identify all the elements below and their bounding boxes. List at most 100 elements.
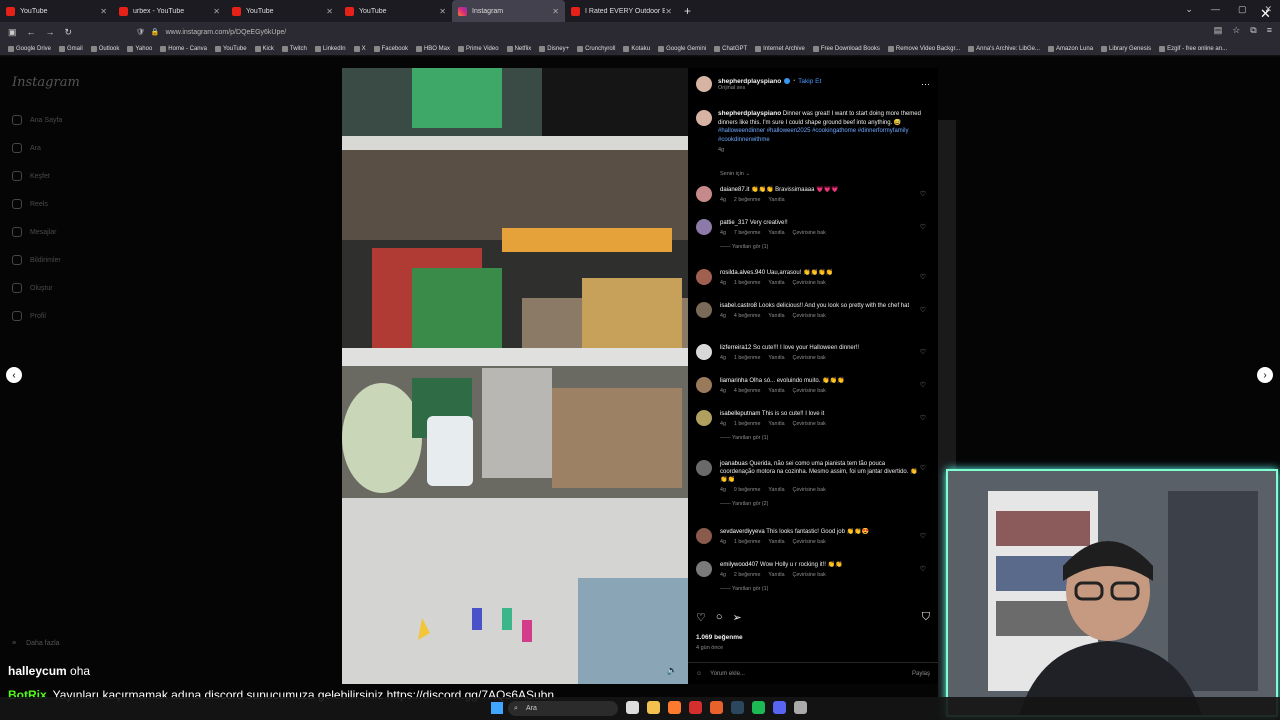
avatar[interactable]: [696, 528, 712, 544]
bookmark-item[interactable]: Internet Archive: [755, 45, 805, 52]
comment-likes[interactable]: 7 beğenme: [734, 230, 761, 236]
comment-input[interactable]: Yorum ekle...: [710, 671, 745, 677]
bookmark-item[interactable]: Ezgif - free online an...: [1159, 45, 1227, 52]
close-tab-icon[interactable]: ✕: [100, 7, 107, 16]
reply-button[interactable]: Yanıtla: [768, 421, 784, 427]
avatar[interactable]: [696, 269, 712, 285]
comment-username[interactable]: isabelleputnam: [720, 411, 760, 417]
previous-post-button[interactable]: ‹: [6, 367, 22, 383]
mute-icon[interactable]: 🔈: [667, 665, 678, 676]
comment-likes[interactable]: 1 beğenme: [734, 421, 761, 427]
taskbar-search[interactable]: ⌕ Ara: [508, 701, 618, 716]
heart-icon[interactable]: ♡: [920, 565, 926, 573]
bookmark-item[interactable]: Crunchyroll: [577, 45, 615, 52]
sidebar-toggle-icon[interactable]: ▣: [8, 27, 17, 38]
more-menu[interactable]: ≡ Daha fazla: [12, 640, 60, 647]
comment-likes[interactable]: 1 beğenme: [734, 280, 761, 286]
translate-button[interactable]: Çevirisine bak: [793, 539, 826, 545]
windows-start-icon[interactable]: [491, 702, 503, 714]
like-count[interactable]: 1.069 beğenme: [696, 634, 743, 641]
comment-username[interactable]: rosilda.alves.940: [720, 270, 765, 276]
avatar[interactable]: [696, 460, 712, 476]
close-icon[interactable]: ✕: [1260, 6, 1271, 22]
bookmark-item[interactable]: Google Gemini: [658, 45, 706, 52]
next-post-button[interactable]: ›: [1257, 367, 1273, 383]
view-replies-button[interactable]: —— Yanıtları gör (2): [720, 501, 920, 507]
bookmark-item[interactable]: Twitch: [281, 45, 307, 52]
browser-tab[interactable]: Instagram ✕: [452, 0, 565, 22]
translate-button[interactable]: Çevirisine bak: [793, 421, 826, 427]
comment-likes[interactable]: 1 beğenme: [734, 355, 761, 361]
minimize-button[interactable]: —: [1211, 4, 1220, 15]
sidebar-item[interactable]: Bildirimler: [12, 255, 61, 265]
caption-avatar[interactable]: [696, 110, 712, 126]
bookmark-item[interactable]: X: [353, 45, 366, 52]
firefox-icon[interactable]: [668, 701, 681, 714]
heart-icon[interactable]: ♡: [920, 306, 926, 314]
menu-icon[interactable]: ≡: [1267, 25, 1272, 36]
app-orange-icon[interactable]: [710, 701, 723, 714]
bookmark-item[interactable]: ChatGPT: [714, 45, 747, 52]
comment-username[interactable]: joanabuas: [720, 461, 748, 467]
bookmark-item[interactable]: Kotaku: [623, 45, 650, 52]
view-replies-button[interactable]: —— Yanıtları gör (1): [720, 435, 920, 441]
browser-tab[interactable]: I Rated EVERY Outdoor Boys M...✕: [565, 0, 678, 22]
bookmark-item[interactable]: Netflix: [506, 45, 531, 52]
bookmark-item[interactable]: Facebook: [373, 45, 408, 52]
instagram-logo[interactable]: Instagram: [12, 75, 80, 90]
follow-button[interactable]: Takip Et: [798, 78, 821, 85]
close-tab-icon[interactable]: ✕: [665, 7, 672, 16]
heart-icon[interactable]: ♡: [920, 532, 926, 540]
comment-likes[interactable]: 2 beğenme: [734, 572, 761, 578]
extensions-icon[interactable]: ⧉: [1250, 25, 1256, 36]
url-text[interactable]: www.instagram.com/p/DQeEGy6kUpe/: [166, 29, 287, 36]
translate-button[interactable]: Çevirisine bak: [793, 355, 826, 361]
more-options-icon[interactable]: ⋯: [921, 79, 930, 90]
share-icon[interactable]: ➢: [733, 611, 742, 624]
bookmark-item[interactable]: Outlook: [90, 45, 119, 52]
avatar[interactable]: [696, 302, 712, 318]
translate-button[interactable]: Çevirisine bak: [793, 230, 826, 236]
emoji-icon[interactable]: ☺: [696, 671, 702, 677]
caption-username[interactable]: shepherdplayspiano: [718, 110, 781, 117]
reply-button[interactable]: Yanıtla: [768, 197, 784, 203]
comment-username[interactable]: lizferreira12: [720, 345, 751, 351]
heart-icon[interactable]: ♡: [920, 190, 926, 198]
avatar[interactable]: [696, 410, 712, 426]
avatar[interactable]: [696, 219, 712, 235]
caption-hashtags[interactable]: #halloweendinner #halloween2025 #cooking…: [718, 128, 908, 143]
bookmark-item[interactable]: Kick: [254, 45, 274, 52]
comment-likes[interactable]: 4 beğenme: [734, 388, 761, 394]
heart-icon[interactable]: ♡: [920, 223, 926, 231]
browser-tab[interactable]: YouTube ✕: [226, 0, 339, 22]
avatar[interactable]: [696, 186, 712, 202]
reply-button[interactable]: Yanıtla: [768, 572, 784, 578]
reply-button[interactable]: Yanıtla: [768, 539, 784, 545]
file-explorer-icon[interactable]: [647, 701, 660, 714]
reload-button[interactable]: ↻: [65, 27, 73, 38]
discord-icon[interactable]: [773, 701, 786, 714]
close-tab-icon[interactable]: ✕: [326, 7, 333, 16]
comment-likes[interactable]: 2 beğenme: [734, 197, 761, 203]
heart-icon[interactable]: ♡: [920, 348, 926, 356]
sidebar-item[interactable]: Ara: [12, 143, 41, 153]
comment-username[interactable]: isabel.castro8: [720, 303, 757, 309]
spotify-icon[interactable]: [752, 701, 765, 714]
avatar[interactable]: [696, 377, 712, 393]
bookmark-item[interactable]: YouTube: [214, 45, 247, 52]
comment-username[interactable]: daiane87.it: [720, 187, 749, 193]
forward-button[interactable]: →: [46, 27, 55, 37]
view-replies-button[interactable]: —— Yanıtları gör (1): [720, 586, 920, 592]
bookmark-item[interactable]: Remove Video Backgr...: [887, 45, 960, 52]
heart-icon[interactable]: ♡: [920, 414, 926, 422]
sidebar-item[interactable]: Mesajlar: [12, 227, 56, 237]
translate-button[interactable]: Çevirisine bak: [793, 313, 826, 319]
bookmark-item[interactable]: Library Genesis: [1101, 45, 1151, 52]
sidebar-item[interactable]: Ana Sayfa: [12, 115, 62, 125]
bookmark-item[interactable]: Anna's Archive: LibGe...: [968, 45, 1040, 52]
translate-button[interactable]: Çevirisine bak: [793, 572, 826, 578]
steam-icon[interactable]: [731, 701, 744, 714]
back-button[interactable]: ←: [27, 27, 36, 37]
bookmark-item[interactable]: Amazon Luna: [1048, 45, 1093, 52]
comment-username[interactable]: pattie_317: [720, 220, 748, 226]
